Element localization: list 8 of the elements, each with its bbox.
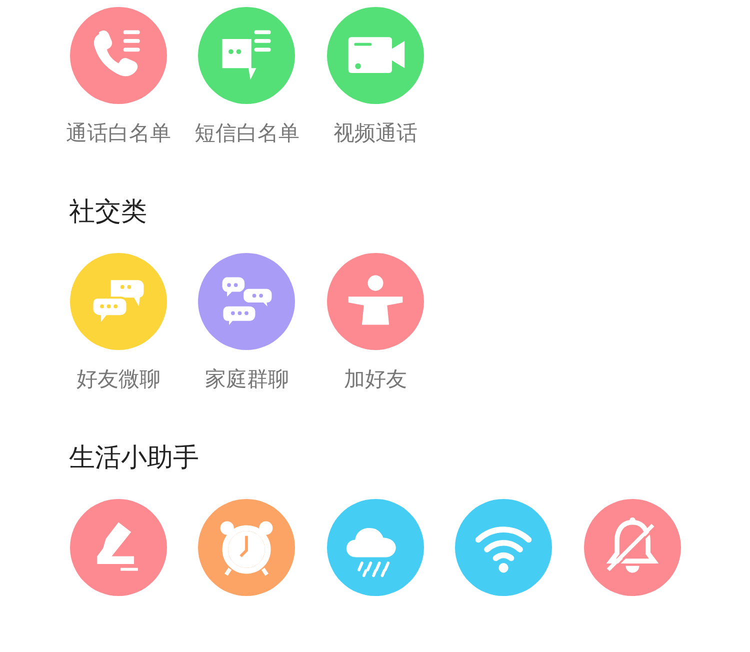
- app-tile[interactable]: 视频通话: [311, 7, 440, 145]
- section-title: 生活小助手: [69, 442, 200, 474]
- app-tile[interactable]: 通话白名单: [54, 7, 182, 145]
- section-title: 社交类: [69, 196, 148, 228]
- app-tile[interactable]: 加好友: [311, 253, 440, 391]
- app-tile[interactable]: 好友微聊: [54, 253, 182, 391]
- app-tile[interactable]: 家庭群聊: [182, 253, 311, 391]
- app-tile[interactable]: 短信白名单: [182, 7, 311, 145]
